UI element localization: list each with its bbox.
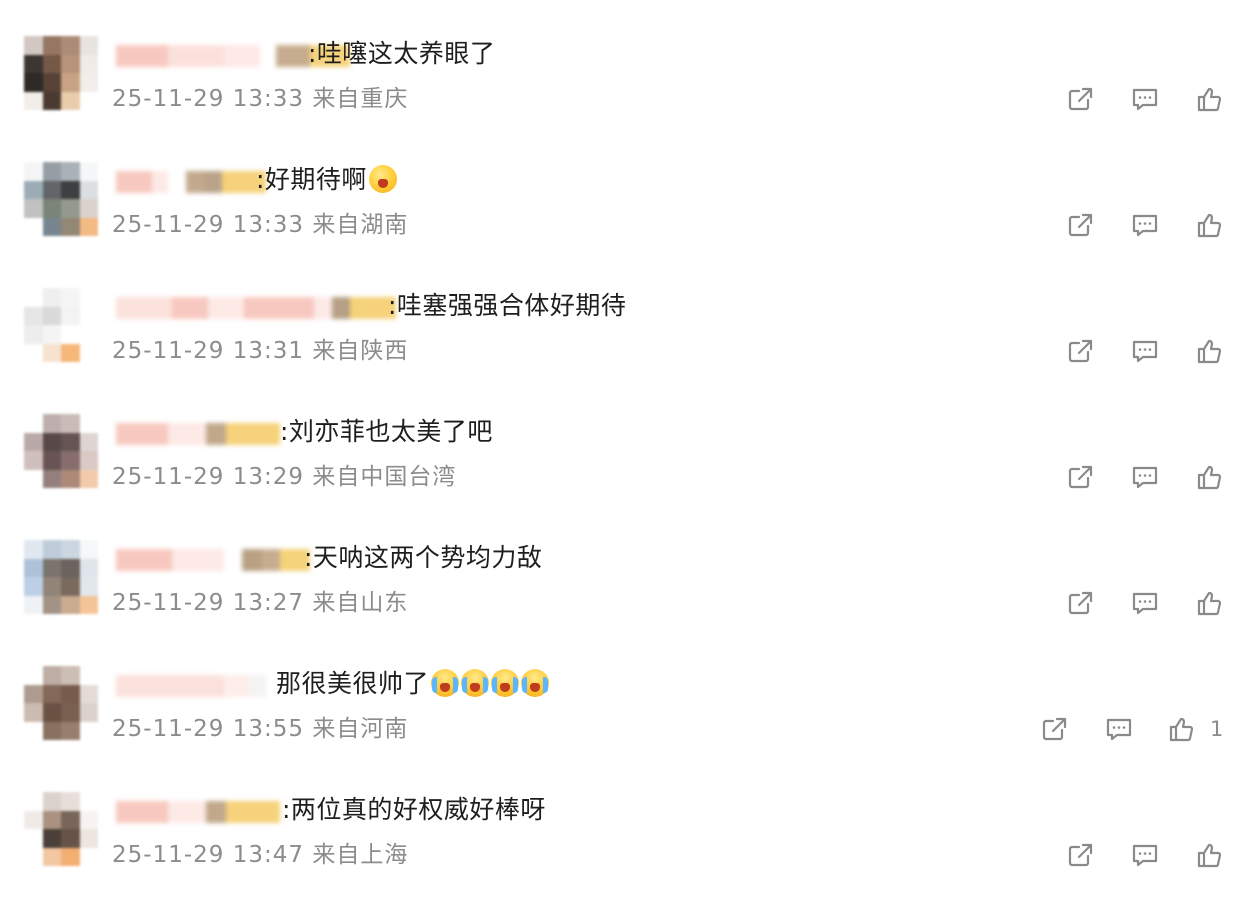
username-masked[interactable] xyxy=(116,171,266,193)
like-count: 1 xyxy=(1210,717,1224,741)
share-external-icon[interactable] xyxy=(1066,463,1096,491)
username-masked[interactable] xyxy=(116,549,310,571)
thumbs-up-icon[interactable] xyxy=(1194,85,1224,113)
comment-time: 25-11-29 13:33 xyxy=(112,212,304,238)
avatar[interactable] xyxy=(24,666,98,740)
avatar[interactable] xyxy=(24,36,98,110)
surprised-face-emoji xyxy=(368,165,397,193)
comment-meta: 25-11-29 13:55 来自河南 xyxy=(112,714,408,744)
comment-location: 来自中国台湾 xyxy=(312,464,457,490)
share-external-icon[interactable] xyxy=(1066,841,1096,869)
thumbs-up-icon[interactable] xyxy=(1194,589,1224,617)
comment-location: 来自山东 xyxy=(312,590,409,616)
thumbs-up-icon[interactable] xyxy=(1194,211,1224,239)
comment-time: 25-11-29 13:55 xyxy=(112,716,304,742)
comment-actions xyxy=(1066,85,1236,113)
comment-location: 来自湖南 xyxy=(312,212,409,238)
avatar[interactable] xyxy=(24,162,98,236)
username-masked[interactable] xyxy=(116,675,266,697)
avatar[interactable] xyxy=(24,414,98,488)
comment-text: :刘亦菲也太美了吧 xyxy=(280,417,493,446)
share-external-icon[interactable] xyxy=(1066,85,1096,113)
comment-bubble-icon[interactable] xyxy=(1130,463,1160,491)
comment-location: 来自上海 xyxy=(312,842,409,868)
comment-actions xyxy=(1066,589,1236,617)
comment-time: 25-11-29 13:31 xyxy=(112,338,304,364)
comment-text: 那很美很帅了 xyxy=(276,666,550,702)
comment: :好期待啊 25-11-29 13:33 来自湖南 xyxy=(0,126,1254,252)
comment-bubble-icon[interactable] xyxy=(1130,337,1160,365)
share-external-icon[interactable] xyxy=(1066,337,1096,365)
comment-time: 25-11-29 13:47 xyxy=(112,842,304,868)
crying-face-emoji xyxy=(521,669,550,697)
avatar[interactable] xyxy=(24,288,98,362)
share-external-icon[interactable] xyxy=(1040,715,1070,743)
avatar[interactable] xyxy=(24,540,98,614)
comment-location: 来自陕西 xyxy=(312,338,409,364)
comment-text: :哇噻这太养眼了 xyxy=(308,39,496,68)
comment: :哇塞强强合体好期待 25-11-29 13:31 来自陕西 xyxy=(0,252,1254,378)
comment-bubble-icon[interactable] xyxy=(1130,841,1160,869)
thumbs-up-icon[interactable] xyxy=(1166,715,1196,743)
comment: :两位真的好权威好棒呀 25-11-29 13:47 来自上海 xyxy=(0,756,1254,882)
username-masked[interactable] xyxy=(116,423,280,445)
comment: :哇噻这太养眼了 25-11-29 13:33 来自重庆 xyxy=(0,0,1254,126)
comment-text: :哇塞强强合体好期待 xyxy=(388,291,627,320)
comment-list: :哇噻这太养眼了 25-11-29 13:33 来自重庆 :好期待啊 25-11… xyxy=(0,0,1254,900)
comment-actions xyxy=(1066,841,1236,869)
comment-meta: 25-11-29 13:33 来自重庆 xyxy=(112,84,408,114)
comment-actions xyxy=(1066,463,1236,491)
comment-text: :好期待啊 xyxy=(256,162,397,198)
comment-location: 来自河南 xyxy=(312,716,409,742)
share-external-icon[interactable] xyxy=(1066,589,1096,617)
thumbs-up-icon[interactable] xyxy=(1194,841,1224,869)
comment-actions xyxy=(1066,337,1236,365)
comment: :天呐这两个势均力敌 25-11-29 13:27 来自山东 xyxy=(0,504,1254,630)
comment-time: 25-11-29 13:33 xyxy=(112,86,304,112)
comment: :刘亦菲也太美了吧 25-11-29 13:29 来自中国台湾 xyxy=(0,378,1254,504)
comment-text: :两位真的好权威好棒呀 xyxy=(282,795,546,824)
comment-bubble-icon[interactable] xyxy=(1130,211,1160,239)
comment-bubble-icon[interactable] xyxy=(1130,85,1160,113)
comment-meta: 25-11-29 13:27 来自山东 xyxy=(112,588,408,618)
comment-actions: 1 xyxy=(1040,715,1230,743)
comment-meta: 25-11-29 13:33 来自湖南 xyxy=(112,210,408,240)
avatar[interactable] xyxy=(24,792,98,866)
comment-time: 25-11-29 13:27 xyxy=(112,590,304,616)
share-external-icon[interactable] xyxy=(1066,211,1096,239)
comment-meta: 25-11-29 13:31 来自陕西 xyxy=(112,336,408,366)
comment-text: :天呐这两个势均力敌 xyxy=(304,543,543,572)
comment-bubble-icon[interactable] xyxy=(1130,589,1160,617)
crying-face-emoji xyxy=(431,669,460,697)
comment: 那很美很帅了 25-11-29 13:55 来自河南 1 xyxy=(0,630,1254,756)
username-masked[interactable] xyxy=(116,297,396,319)
thumbs-up-icon[interactable] xyxy=(1194,337,1224,365)
comment-meta: 25-11-29 13:47 来自上海 xyxy=(112,840,408,870)
username-masked[interactable] xyxy=(116,801,280,823)
comment-meta: 25-11-29 13:29 来自中国台湾 xyxy=(112,462,456,492)
crying-face-emoji xyxy=(461,669,490,697)
comment-actions xyxy=(1066,211,1236,239)
crying-face-emoji xyxy=(491,669,520,697)
comment-bubble-icon[interactable] xyxy=(1104,715,1134,743)
comment-location: 来自重庆 xyxy=(312,86,409,112)
thumbs-up-icon[interactable] xyxy=(1194,463,1224,491)
comment-time: 25-11-29 13:29 xyxy=(112,464,304,490)
